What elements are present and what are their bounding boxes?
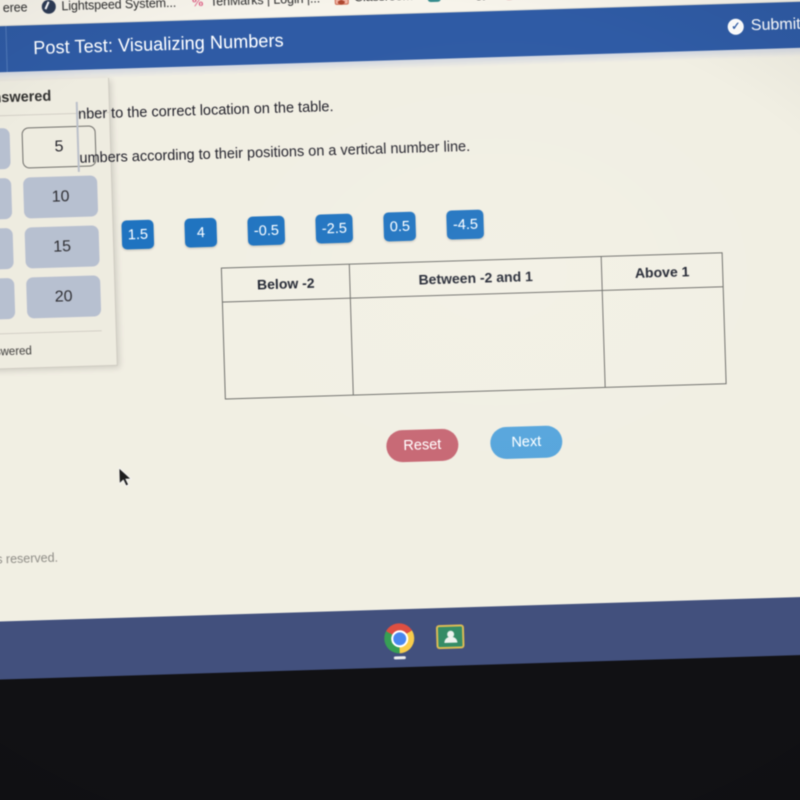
bookmark-lightspeed[interactable]: Lightspeed System... xyxy=(41,0,176,14)
question-tile-15[interactable]: 15 xyxy=(24,225,100,269)
question-tile-4[interactable]: 4 xyxy=(0,127,11,172)
bookmark-classroom[interactable]: Classroom xyxy=(334,0,413,5)
question-tile-14[interactable]: 14 xyxy=(0,227,14,272)
bookmark-prodigy[interactable]: Prodigy xyxy=(427,0,489,2)
bookmark-label: eree xyxy=(2,0,28,15)
check-circle-icon: ✓ xyxy=(727,18,745,35)
next-button[interactable]: Next xyxy=(489,425,563,460)
classroom-icon xyxy=(334,0,349,5)
number-tile-4[interactable]: -2.5 xyxy=(315,213,354,244)
bookmark-tenmarks[interactable]: % TenMarks | Login |... xyxy=(190,0,320,9)
google-classroom-icon xyxy=(435,624,465,650)
shelf-item-chrome[interactable] xyxy=(383,622,415,660)
shelf-item-classroom[interactable] xyxy=(435,624,465,650)
copyright-footer: l rights reserved. xyxy=(0,550,59,568)
question-tile-20[interactable]: 20 xyxy=(26,275,102,319)
table-row xyxy=(222,286,727,400)
question-tile-19[interactable]: 19 xyxy=(0,277,16,322)
screen-area: applications eree Lightspeed System... xyxy=(0,0,800,682)
prodigy-icon xyxy=(427,0,442,2)
page-title: Post Test: Visualizing Numbers xyxy=(33,30,284,58)
question-instruction-line-2: umbers according to their positions on a… xyxy=(79,139,471,167)
lightspeed-icon xyxy=(41,0,57,14)
bookmark-label: Classroom xyxy=(354,0,413,4)
next-question-nav[interactable]: ext ➤ xyxy=(0,26,9,74)
drop-zone-below-minus-2[interactable] xyxy=(222,298,354,400)
action-buttons: Reset Next xyxy=(385,425,563,463)
number-tile-value: -4.5 xyxy=(452,216,479,233)
number-tile-1[interactable]: 1.5 xyxy=(121,219,155,250)
bookmark-label: Lightspeed System... xyxy=(61,0,177,13)
tenmarks-icon: % xyxy=(190,0,205,10)
question-tile-label: 5 xyxy=(54,137,64,156)
column-header-above-1: Above 1 xyxy=(601,252,724,291)
reset-button[interactable]: Reset xyxy=(385,428,459,463)
categorization-table: Below -2 Between -2 and 1 Above 1 xyxy=(220,252,727,400)
question-instruction-line-1: nber to the correct location on the tabl… xyxy=(77,99,334,123)
question-tile-label: 20 xyxy=(54,287,73,306)
number-tile-value: 1.5 xyxy=(127,226,149,243)
number-tile-3[interactable]: -0.5 xyxy=(247,215,286,246)
legend-label: Unanswered xyxy=(0,344,33,359)
question-content: nber to the correct location on the tabl… xyxy=(75,84,800,172)
drop-zone-above-1[interactable] xyxy=(602,286,727,388)
bookmark-label: TenMarks | Login |... xyxy=(210,0,320,8)
question-tile-10[interactable]: 10 xyxy=(22,175,99,219)
number-tile-6[interactable]: -4.5 xyxy=(446,209,485,240)
bookmark-label: Prodigy xyxy=(447,0,489,1)
number-tile-value: 4 xyxy=(196,224,206,241)
active-app-indicator xyxy=(393,656,406,660)
number-tile-value: -2.5 xyxy=(321,220,348,237)
number-tile-2[interactable]: 4 xyxy=(184,217,218,248)
draggable-number-tiles: 1.5 4 -0.5 -2.5 0.5 -4.5 xyxy=(121,209,485,250)
question-tile-label: 10 xyxy=(51,187,70,206)
submit-test-button[interactable]: ✓ Submit Tes xyxy=(727,15,800,36)
chrome-icon xyxy=(383,622,415,654)
question-tile-9[interactable]: 9 xyxy=(0,177,13,222)
number-tile-value: 0.5 xyxy=(389,218,411,235)
number-tile-value: -0.5 xyxy=(253,222,280,240)
screen-photo: applications eree Lightspeed System... xyxy=(0,0,800,800)
browser-window: applications eree Lightspeed System... xyxy=(0,0,800,680)
page-body: s of 20 Answered 4 5 9 10 xyxy=(0,46,800,622)
drop-zone-between-minus-2-and-1[interactable] xyxy=(350,290,606,396)
submit-test-label: Submit Tes xyxy=(750,15,800,35)
bookmark-eree[interactable]: eree xyxy=(0,0,28,16)
question-tile-label: 15 xyxy=(52,237,72,256)
column-header-below-minus-2: Below -2 xyxy=(221,264,351,303)
number-tile-5[interactable]: 0.5 xyxy=(383,211,417,242)
legend-unanswered: Unanswered xyxy=(0,330,103,363)
